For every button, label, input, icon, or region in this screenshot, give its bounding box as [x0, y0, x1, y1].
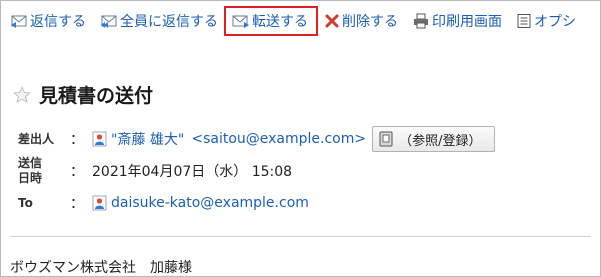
message-subject: 見積書の送付 — [13, 81, 153, 108]
contact-icon — [92, 131, 107, 147]
delete-button[interactable]: 削除する — [324, 8, 398, 34]
to-label: To — [18, 195, 33, 210]
from-colon: ： — [70, 132, 84, 148]
recipient-contact-icon — [92, 195, 107, 211]
sent-label: 送信日時 — [18, 156, 43, 185]
sender-email-link[interactable]: <saitou@example.com> — [191, 131, 366, 147]
sender-name-link[interactable]: "斎藤 雄大" — [111, 129, 184, 149]
body-recipient-name: 加藤様 — [150, 260, 192, 276]
from-row: 差出人 ： "斎藤 雄大" <saitou@example.com> （参照/登… — [18, 126, 495, 152]
to-row: To ： daisuke-kato@example.com — [18, 193, 309, 213]
reply-all-icon — [101, 15, 117, 28]
header-divider — [10, 236, 591, 237]
mail-view: 返信する 全員に返信する 転送する 削除する 印刷用画面 オプシ 見積書の送付 … — [0, 0, 601, 277]
subject-text: 見積書の送付 — [39, 85, 154, 107]
sent-row: 送信日時 ： 2021年04月07日（水） 15:08 — [18, 156, 292, 186]
reply-label: 返信する — [30, 14, 86, 30]
forward-button[interactable]: 転送する — [224, 6, 318, 36]
star-icon[interactable] — [13, 85, 31, 104]
addressbook-icon — [379, 131, 393, 147]
toolbar: 返信する 全員に返信する 転送する 削除する 印刷用画面 オプシ — [10, 6, 590, 36]
reply-icon — [11, 15, 27, 28]
forward-label: 転送する — [252, 14, 308, 30]
delete-icon — [325, 14, 339, 28]
recipient-email-link[interactable]: daisuke-kato@example.com — [111, 195, 309, 211]
options-label: オプシ — [534, 14, 576, 30]
forward-icon — [232, 15, 249, 28]
options-button[interactable]: オプシ — [516, 8, 576, 34]
reply-button[interactable]: 返信する — [10, 8, 86, 34]
sent-datetime: 2021年04月07日（水） 15:08 — [92, 164, 293, 180]
from-label: 差出人 — [18, 131, 55, 146]
printer-icon — [414, 13, 428, 29]
reply-all-label: 全員に返信する — [120, 14, 218, 30]
to-colon: ： — [70, 196, 84, 212]
delete-label: 削除する — [342, 14, 398, 30]
message-body: ボウズマン株式会社 加藤様 — [10, 257, 192, 277]
addressbook-register-button[interactable]: （参照/登録） — [372, 126, 495, 152]
print-view-button[interactable]: 印刷用画面 — [412, 8, 502, 34]
sent-colon: ： — [70, 164, 84, 180]
body-company: ボウズマン株式会社 — [10, 260, 136, 276]
options-icon — [517, 14, 531, 28]
addressbook-button-label: （参照/登録） — [399, 133, 482, 149]
print-view-label: 印刷用画面 — [432, 14, 502, 30]
reply-all-button[interactable]: 全員に返信する — [100, 8, 218, 34]
